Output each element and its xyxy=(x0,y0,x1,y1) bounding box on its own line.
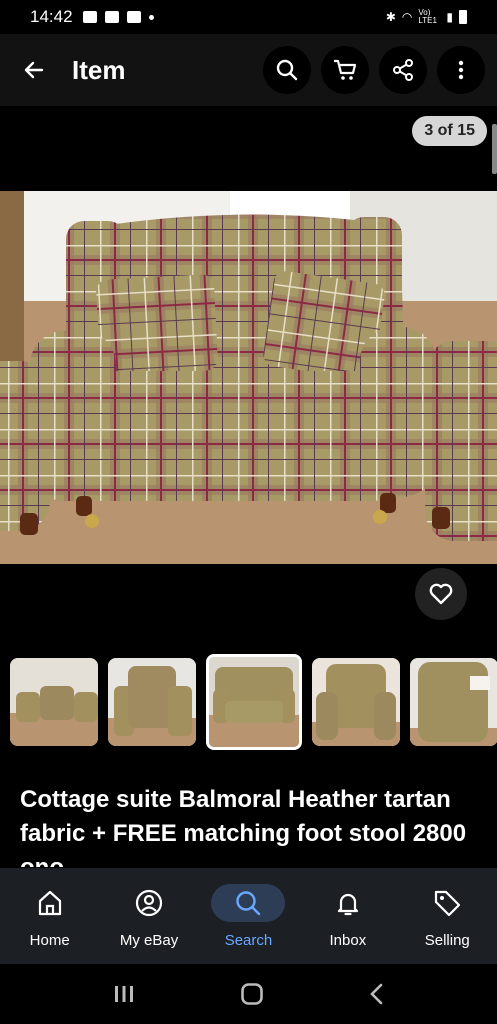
more-options-button[interactable] xyxy=(437,46,485,94)
wifi-icon: ◠ xyxy=(401,10,413,24)
home-icon xyxy=(38,890,61,916)
back-nav-icon[interactable] xyxy=(369,983,385,1005)
heart-icon xyxy=(429,583,453,605)
product-photo[interactable] xyxy=(0,191,497,564)
signal-icon: ▮ xyxy=(446,10,453,24)
notification-icons xyxy=(82,11,154,23)
cart-button[interactable] xyxy=(321,46,369,94)
nav-selling[interactable]: Selling xyxy=(401,884,493,949)
thumbnail-strip xyxy=(0,654,497,754)
nav-my-ebay[interactable]: My eBay xyxy=(103,884,195,949)
system-navigation-bar xyxy=(0,964,497,1024)
back-button[interactable] xyxy=(14,50,54,90)
nav-inbox-label: Inbox xyxy=(329,932,367,949)
network-label: Vo) LTE1 xyxy=(418,8,437,25)
nav-home[interactable]: Home xyxy=(4,884,96,949)
share-icon xyxy=(393,59,413,81)
bell-icon xyxy=(337,893,358,916)
recent-apps-icon[interactable] xyxy=(113,984,135,1004)
bottom-navigation: Home My eBay Search Inbox Selling xyxy=(0,868,497,964)
image-gallery[interactable]: 3 of 15 xyxy=(0,106,497,646)
nav-home-label: Home xyxy=(29,932,70,949)
search-icon xyxy=(236,891,261,916)
share-button[interactable] xyxy=(379,46,427,94)
header-actions xyxy=(263,46,485,94)
search-icon xyxy=(276,59,298,81)
status-bar: 14:42 ✱ ◠ Vo) LTE1 ▮ xyxy=(0,0,497,34)
nav-search[interactable]: Search xyxy=(202,884,294,949)
search-button[interactable] xyxy=(263,46,311,94)
app-notification-icon xyxy=(104,11,119,23)
image-counter: 3 of 15 xyxy=(412,116,487,146)
thumbnail-3-selected[interactable] xyxy=(206,654,302,750)
status-time: 14:42 xyxy=(30,7,73,26)
thumbnail-4[interactable] xyxy=(312,658,400,746)
thumbnail-1[interactable] xyxy=(10,658,98,746)
bluetooth-icon: ✱ xyxy=(385,10,396,24)
gallery-notification-icon xyxy=(82,11,97,23)
tag-icon xyxy=(435,890,461,917)
cart-icon xyxy=(334,59,357,80)
account-icon xyxy=(135,889,163,917)
page-title: Item xyxy=(72,54,126,85)
watch-button[interactable] xyxy=(415,568,467,620)
nav-selling-label: Selling xyxy=(424,932,470,949)
arrow-left-icon xyxy=(24,61,44,79)
app-header: Item xyxy=(0,34,497,106)
thumbnail-5[interactable] xyxy=(410,658,497,746)
system-icons: ✱ ◠ Vo) LTE1 ▮ xyxy=(386,9,467,25)
nav-my-ebay-label: My eBay xyxy=(119,932,179,949)
more-vertical-icon xyxy=(458,60,464,80)
youtube-notification-icon xyxy=(126,11,141,23)
home-button-icon[interactable] xyxy=(240,982,264,1006)
listing-title: Cottage suite Balmoral Heather tartan fa… xyxy=(20,786,467,867)
nav-search-label: Search xyxy=(224,932,273,949)
nav-inbox[interactable]: Inbox xyxy=(302,884,394,949)
battery-icon xyxy=(459,10,467,24)
scroll-indicator xyxy=(492,124,497,174)
more-notifications-icon xyxy=(148,14,154,20)
thumbnail-2[interactable] xyxy=(108,658,196,746)
